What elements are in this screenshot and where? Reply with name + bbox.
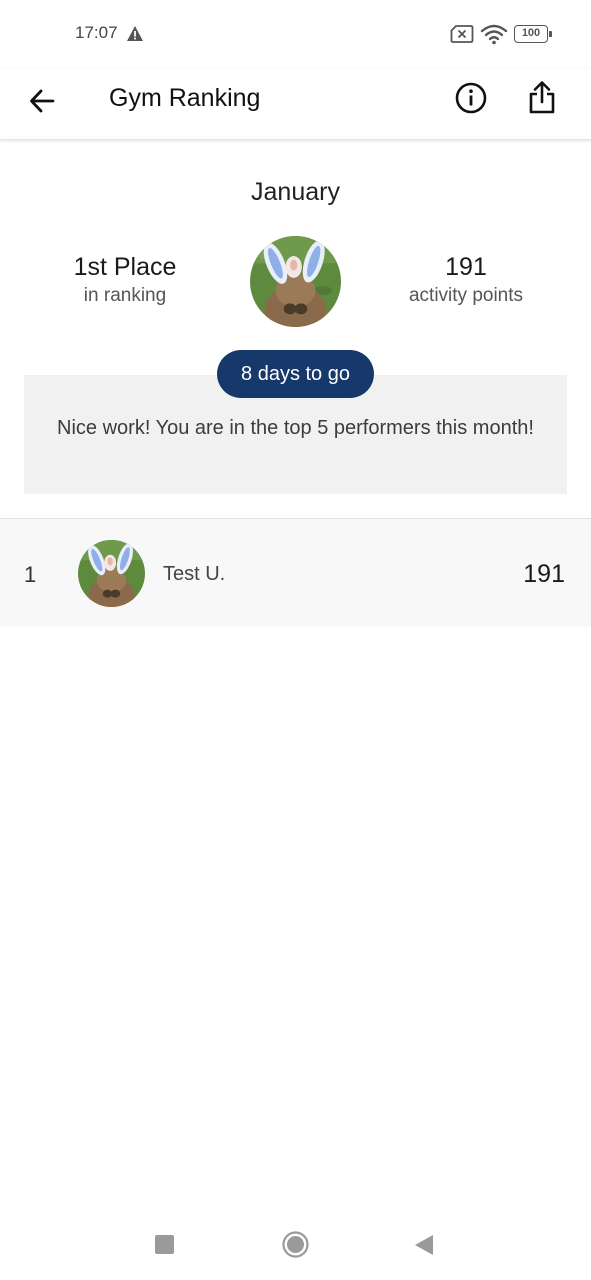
share-button[interactable] bbox=[521, 76, 563, 118]
days-remaining-badge: 8 days to go bbox=[217, 350, 374, 398]
ranking-position: 1 bbox=[24, 562, 37, 587]
back-arrow-icon bbox=[30, 89, 55, 113]
month-label: January bbox=[251, 178, 340, 206]
battery-level: 100 bbox=[514, 25, 548, 43]
share-icon bbox=[529, 81, 555, 114]
info-icon bbox=[455, 82, 487, 114]
status-bar: 17:07 100 bbox=[0, 0, 591, 68]
capybara-bunny-ears-image bbox=[78, 540, 145, 607]
no-sim-icon bbox=[450, 25, 474, 43]
ranking-score: 191 bbox=[523, 560, 565, 588]
ranking-avatar bbox=[78, 540, 145, 607]
points-value: 191 bbox=[445, 253, 487, 281]
info-button[interactable] bbox=[450, 77, 492, 119]
warning-icon bbox=[127, 26, 143, 41]
screen: 17:07 100 Gym Ranking January 1st Place … bbox=[0, 0, 591, 1280]
system-back-button[interactable] bbox=[414, 1234, 434, 1256]
points-summary: 191 activity points bbox=[376, 251, 556, 307]
wifi-icon bbox=[480, 24, 508, 45]
ranking-user-name: Test U. bbox=[163, 563, 226, 585]
user-avatar bbox=[250, 236, 341, 327]
page-title: Gym Ranking bbox=[109, 84, 261, 112]
battery-icon: 100 bbox=[514, 25, 552, 43]
encouragement-message: Nice work! You are in the top 5 performe… bbox=[57, 417, 534, 439]
app-bar: Gym Ranking bbox=[0, 68, 591, 140]
home-button[interactable] bbox=[282, 1231, 309, 1258]
status-time: 17:07 bbox=[75, 23, 118, 42]
capybara-bunny-ears-image bbox=[250, 236, 341, 327]
place-summary: 1st Place in ranking bbox=[25, 251, 225, 307]
place-caption: in ranking bbox=[83, 285, 167, 306]
place-value: 1st Place bbox=[73, 253, 177, 281]
back-button[interactable] bbox=[22, 81, 62, 121]
points-caption: activity points bbox=[408, 285, 524, 306]
recents-button[interactable] bbox=[155, 1235, 174, 1254]
